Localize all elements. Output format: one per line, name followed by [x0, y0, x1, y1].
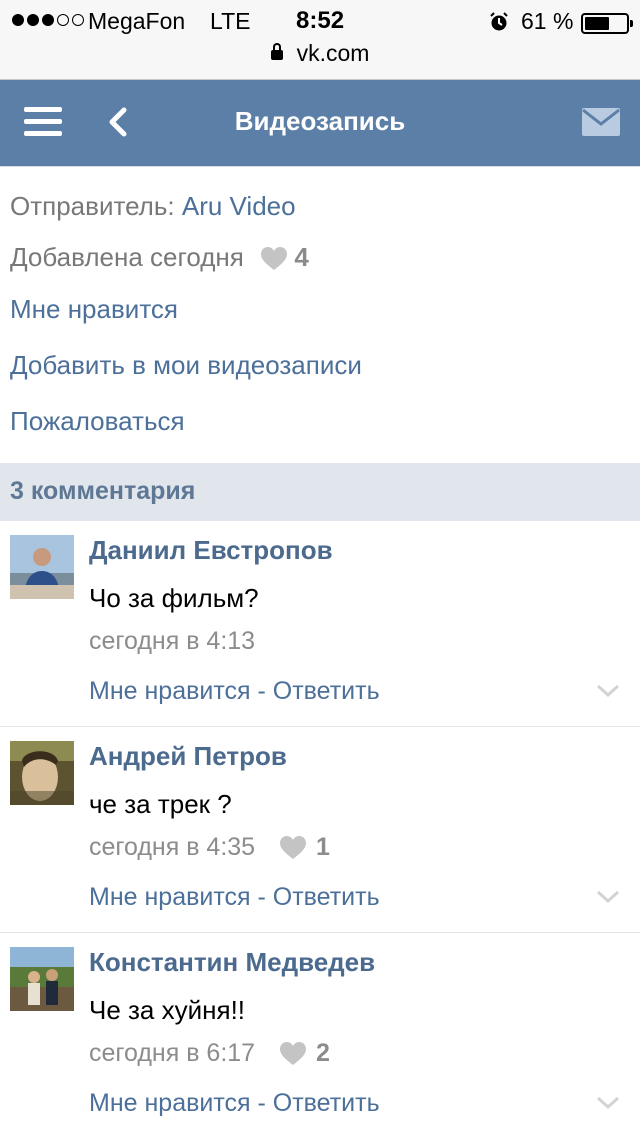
comment-like-count: 1 — [316, 833, 330, 861]
comment-author[interactable]: Константин Медведев — [89, 947, 375, 978]
status-bar: MegaFon LTE 8:52 61 % vk.com — [0, 0, 640, 80]
comment-text: че за трек ? — [89, 789, 232, 819]
heart-icon — [280, 1041, 306, 1065]
comment-author[interactable]: Андрей Петров — [89, 741, 287, 772]
heart-icon — [261, 247, 288, 271]
chevron-down-icon[interactable] — [596, 683, 620, 699]
comments-header: 3 комментария — [0, 463, 640, 521]
comment-item: Константин Медведев Че за хуйня!! сегодн… — [0, 933, 640, 1136]
avatar[interactable] — [10, 947, 74, 1011]
address-bar[interactable]: vk.com — [0, 40, 640, 67]
like-count: 4 — [294, 242, 309, 272]
clock: 8:52 — [296, 7, 345, 34]
page-title: Видеозапись — [234, 106, 406, 136]
report-link[interactable]: Пожаловаться — [10, 406, 185, 437]
heart-icon — [280, 835, 306, 859]
alarm-icon — [490, 12, 508, 31]
video-info: Отправитель: Aru Video Добавлена сегодня… — [0, 166, 640, 436]
chevron-down-icon[interactable] — [596, 1095, 620, 1111]
added-text: Добавлена сегодня — [10, 242, 244, 272]
sender-line: Отправитель: Aru Video — [10, 191, 296, 222]
network-type: LTE — [210, 8, 251, 34]
like-button[interactable]: Мне нравится — [10, 294, 178, 325]
comment-date: сегодня в 4:13 — [89, 627, 256, 655]
comment-text: Чо за фильм? — [89, 583, 259, 613]
comment-item: Даниил Евстропов Чо за фильм? сегодня в … — [0, 521, 640, 727]
comment-likes: 1 — [280, 833, 330, 862]
comment-item: Андрей Петров че за трек ? сегодня в 4:3… — [0, 727, 640, 933]
battery-icon — [581, 13, 633, 34]
comment-author[interactable]: Даниил Евстропов — [89, 535, 333, 566]
comment-actions[interactable]: Мне нравится - Ответить — [89, 883, 380, 912]
sender-label: Отправитель: — [10, 191, 175, 221]
signal-strength-icon — [12, 14, 84, 26]
chevron-down-icon[interactable] — [596, 889, 620, 905]
comment-date: сегодня в 6:17 — [89, 1039, 256, 1067]
comment-text: Че за хуйня!! — [89, 995, 246, 1025]
carrier-name: MegaFon — [88, 8, 186, 34]
lock-icon — [270, 43, 283, 60]
url-text: vk.com — [296, 40, 370, 66]
comment-likes: 2 — [280, 1039, 330, 1068]
comment-actions[interactable]: Мне нравится - Ответить — [89, 677, 380, 706]
envelope-icon[interactable] — [582, 108, 620, 136]
battery-percent: 61 % — [521, 8, 574, 34]
add-to-videos-link[interactable]: Добавить в мои видеозаписи — [10, 350, 362, 381]
added-line: Добавлена сегодня 4 — [10, 242, 309, 273]
comment-date: сегодня в 4:35 — [89, 833, 256, 861]
avatar[interactable] — [10, 741, 74, 805]
comments-count: 3 комментария — [10, 477, 196, 505]
avatar[interactable] — [10, 535, 74, 599]
comment-like-count: 2 — [316, 1039, 330, 1067]
nav-bar: Видеозапись — [0, 80, 640, 166]
comment-actions[interactable]: Мне нравится - Ответить — [89, 1089, 380, 1118]
sender-link[interactable]: Aru Video — [182, 191, 296, 221]
